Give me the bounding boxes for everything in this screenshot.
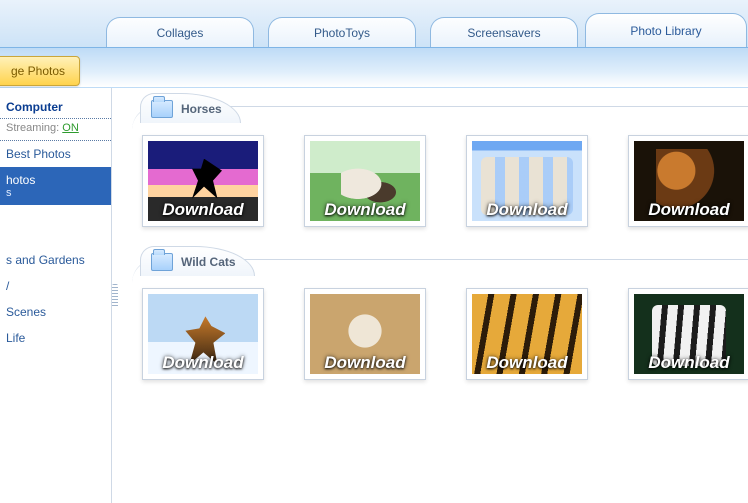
tab-screensavers[interactable]: Screensavers xyxy=(430,17,578,47)
category-wild-cats: Wild CatsDownloadDownloadDownloadDownloa… xyxy=(132,259,748,394)
download-label[interactable]: Download xyxy=(143,353,263,373)
thumb-frame: Download xyxy=(628,288,748,380)
download-label[interactable]: Download xyxy=(305,200,425,220)
tab-collages[interactable]: Collages xyxy=(106,17,254,47)
main-area: Computer Streaming: ON Best Photoshotoss… xyxy=(0,88,748,503)
category-title: Horses xyxy=(181,94,222,124)
sidebar-item-s-and-gardens[interactable]: s and Gardens xyxy=(0,247,111,273)
toolbar-band: ge Photos xyxy=(0,48,748,88)
sidebar-item-best-photos[interactable]: Best Photos xyxy=(0,141,111,167)
thumb-frame: Download xyxy=(628,135,748,227)
sidebar-item-trailing-1[interactable]: / xyxy=(0,273,111,299)
thumb-row: Download Download Download Download xyxy=(132,260,748,380)
tab-strip: Collages PhotoToys ScreensaversPhoto Libra… xyxy=(0,0,748,48)
download-label[interactable]: Download xyxy=(143,200,263,220)
folder-icon xyxy=(151,253,173,271)
thumb-c4[interactable]: Download xyxy=(628,288,748,380)
thumb-frame: Download xyxy=(304,288,426,380)
manage-photos-button[interactable]: ge Photos xyxy=(0,56,80,86)
thumb-c3[interactable]: Download xyxy=(466,288,588,380)
thumb-h4[interactable]: Download xyxy=(628,135,748,227)
thumb-c1[interactable]: Download xyxy=(142,288,264,380)
sidebar-header: Computer xyxy=(0,96,111,119)
tab-photo-library[interactable]: Photo Library xyxy=(585,13,747,47)
thumb-row: Download Download Download Download xyxy=(132,107,748,227)
tab-phototoys[interactable]: PhotoToys xyxy=(268,17,416,47)
thumb-frame: Download xyxy=(304,135,426,227)
sidebar-item-sub: s xyxy=(6,187,105,199)
thumb-h1[interactable]: Download xyxy=(142,135,264,227)
download-label[interactable]: Download xyxy=(305,353,425,373)
streaming-label: Streaming: xyxy=(6,122,59,134)
sidebar-gap xyxy=(0,205,111,247)
category-title: Wild Cats xyxy=(181,247,236,277)
thumb-h3[interactable]: Download xyxy=(466,135,588,227)
thumb-frame: Download xyxy=(142,288,264,380)
sidebar-item-scenes[interactable]: Scenes xyxy=(0,299,111,325)
content-area: Horses Download Download Download Download Wi… xyxy=(112,88,748,503)
sidebar-item-hotos[interactable]: hotoss xyxy=(0,167,111,205)
category-tab-wild-cats[interactable]: Wild Cats xyxy=(140,246,255,276)
thumb-frame: Download xyxy=(466,135,588,227)
thumb-frame: Download xyxy=(466,288,588,380)
thumb-h2[interactable]: Download xyxy=(304,135,426,227)
thumb-frame: Download xyxy=(142,135,264,227)
sidebar-splitter[interactable] xyxy=(112,284,118,308)
download-label[interactable]: Download xyxy=(467,353,587,373)
sidebar-streaming-row: Streaming: ON xyxy=(0,119,111,141)
download-label[interactable]: Download xyxy=(467,200,587,220)
download-label[interactable]: Download xyxy=(629,353,748,373)
streaming-toggle[interactable]: ON xyxy=(62,122,79,134)
category-tab-horses[interactable]: Horses xyxy=(140,93,241,123)
category-horses: HorsesDownloadDownloadDownloadDownload xyxy=(132,106,748,241)
sidebar: Computer Streaming: ON Best Photoshotoss… xyxy=(0,88,112,503)
thumb-c2[interactable]: Download xyxy=(304,288,426,380)
download-label[interactable]: Download xyxy=(629,200,748,220)
sidebar-item-life[interactable]: Life xyxy=(0,325,111,351)
folder-icon xyxy=(151,100,173,118)
